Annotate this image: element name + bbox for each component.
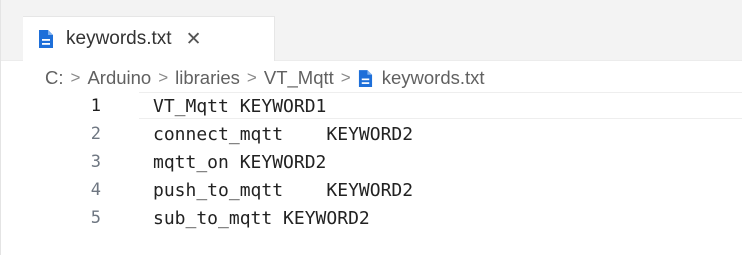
line-number: 2 [90, 124, 101, 144]
breadcrumb-item-libraries[interactable]: libraries [175, 67, 240, 89]
line-number: 1 [90, 96, 101, 116]
file-text-icon [38, 29, 54, 49]
breadcrumb-item-file[interactable]: keywords.txt [382, 67, 485, 89]
code-line-text[interactable]: connect_mqtt KEYWORD2 [153, 124, 413, 145]
code-line-text[interactable]: VT_Mqtt KEYWORD1 [153, 96, 326, 117]
editor-line[interactable]: 5 sub_to_mqtt KEYWORD2 [1, 204, 742, 232]
code-line-text[interactable]: push_to_mqtt KEYWORD2 [153, 180, 413, 201]
code-editor[interactable]: 1 VT_Mqtt KEYWORD1 2 connect_mqtt KEYWOR… [1, 92, 742, 255]
editor-line[interactable]: 3 mqtt_on KEYWORD2 [1, 148, 742, 176]
tab-bar: keywords.txt ✕ [1, 6, 742, 61]
tab-keywords-txt[interactable]: keywords.txt ✕ [23, 16, 275, 61]
close-icon[interactable]: ✕ [186, 29, 202, 49]
file-text-icon [358, 69, 373, 88]
breadcrumb-item-vt-mqtt[interactable]: VT_Mqtt [264, 67, 334, 89]
chevron-right-icon: > [246, 68, 257, 87]
line-number: 4 [90, 180, 101, 200]
breadcrumb-item-drive[interactable]: C: [45, 67, 64, 89]
breadcrumb: C: > Arduino > libraries > VT_Mqtt > key… [45, 64, 485, 92]
editor-line[interactable]: 2 connect_mqtt KEYWORD2 [1, 120, 742, 148]
chevron-right-icon: > [158, 68, 169, 87]
code-line-text[interactable]: sub_to_mqtt KEYWORD2 [153, 208, 370, 229]
tab-label: keywords.txt [66, 28, 172, 49]
chevron-right-icon: > [340, 68, 351, 87]
line-number: 3 [90, 152, 101, 172]
editor-line[interactable]: 1 VT_Mqtt KEYWORD1 [1, 92, 742, 120]
chevron-right-icon: > [70, 68, 81, 87]
editor-window: keywords.txt ✕ C: > Arduino > libraries … [0, 0, 742, 255]
line-number: 5 [90, 208, 101, 228]
code-line-text[interactable]: mqtt_on KEYWORD2 [153, 152, 326, 173]
breadcrumb-item-arduino[interactable]: Arduino [87, 67, 151, 89]
editor-line[interactable]: 4 push_to_mqtt KEYWORD2 [1, 176, 742, 204]
